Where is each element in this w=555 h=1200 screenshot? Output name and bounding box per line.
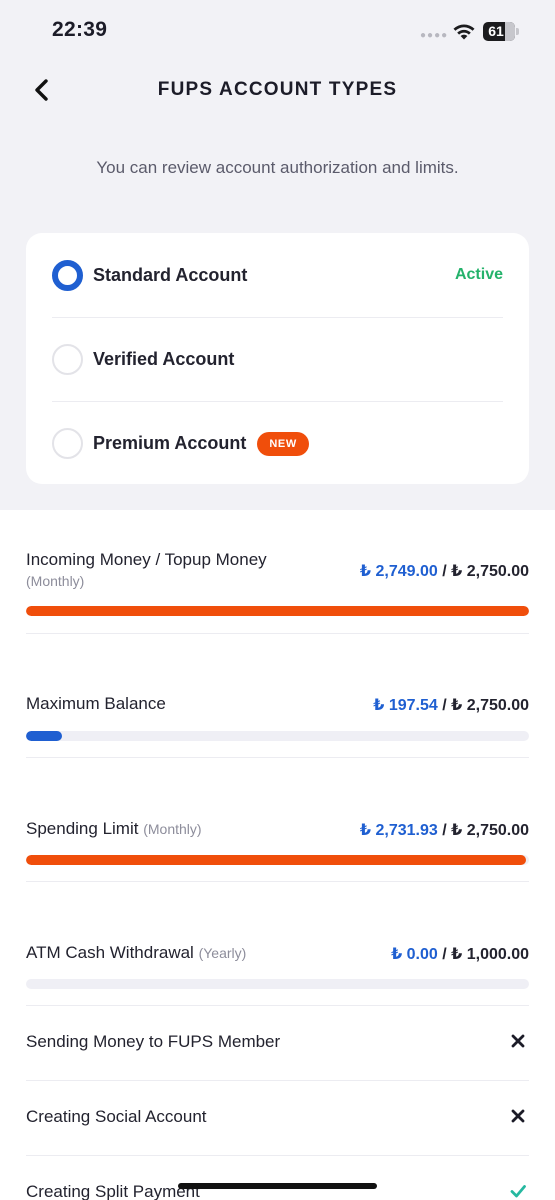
limit-progress-fill bbox=[26, 731, 63, 741]
permission-row: Creating Social Account bbox=[26, 1081, 529, 1156]
limit-period: (Monthly) bbox=[26, 573, 85, 589]
account-option-premium[interactable]: Premium Account NEW bbox=[52, 401, 503, 485]
permission-row: Sending Money to FUPS Member bbox=[26, 1006, 529, 1081]
limit-progress-fill bbox=[26, 855, 526, 865]
limit-label: Spending Limit bbox=[26, 819, 139, 838]
limit-value: ₺ 197.54 / ₺ 2,750.00 bbox=[373, 695, 529, 715]
close-icon bbox=[511, 1109, 525, 1123]
nav-bar: FUPS ACCOUNT TYPES bbox=[0, 60, 555, 120]
account-option-label: Verified Account bbox=[93, 349, 235, 369]
limit-separator: / bbox=[442, 946, 447, 963]
limit-row-spending: Spending Limit (Monthly) ₺ 2,731.93 / ₺ … bbox=[26, 758, 529, 882]
limit-row-max-balance: Maximum Balance ₺ 197.54 / ₺ 2,750.00 bbox=[26, 634, 529, 758]
permission-label: Creating Split Payment bbox=[26, 1182, 200, 1200]
limit-period: (Yearly) bbox=[198, 945, 247, 961]
radio-unselected-icon[interactable] bbox=[52, 428, 83, 459]
limit-max-amount: ₺ 2,750.00 bbox=[451, 822, 529, 839]
wifi-icon bbox=[453, 24, 475, 40]
limit-value: ₺ 2,749.00 / ₺ 2,750.00 bbox=[360, 561, 529, 581]
limit-label-group: Spending Limit (Monthly) bbox=[26, 819, 202, 839]
limit-row-atm: ATM Cash Withdrawal (Yearly) ₺ 0.00 / ₺ … bbox=[26, 882, 529, 1006]
limit-label: Maximum Balance bbox=[26, 694, 166, 713]
limit-used-amount: ₺ 2,731.93 bbox=[359, 822, 438, 839]
limit-progress-bar bbox=[26, 731, 529, 741]
limit-label: ATM Cash Withdrawal bbox=[26, 943, 194, 962]
page-title: FUPS ACCOUNT TYPES bbox=[157, 79, 398, 100]
check-icon bbox=[510, 1185, 526, 1198]
limit-max-amount: ₺ 2,750.00 bbox=[451, 697, 529, 714]
account-option-verified[interactable]: Verified Account bbox=[52, 317, 503, 401]
limit-separator: / bbox=[442, 697, 447, 714]
home-indicator bbox=[178, 1183, 377, 1189]
limit-label: Incoming Money / Topup Money bbox=[26, 550, 267, 569]
limit-label-group: ATM Cash Withdrawal (Yearly) bbox=[26, 943, 246, 963]
limit-max-amount: ₺ 2,750.00 bbox=[451, 563, 529, 580]
limit-separator: / bbox=[442, 822, 447, 839]
limit-progress-bar bbox=[26, 979, 529, 989]
limit-max-amount: ₺ 1,000.00 bbox=[451, 946, 529, 963]
limit-used-amount: ₺ 2,749.00 bbox=[359, 563, 438, 580]
battery-icon: 61 bbox=[483, 22, 519, 41]
permission-label: Sending Money to FUPS Member bbox=[26, 1032, 281, 1051]
limit-value: ₺ 0.00 / ₺ 1,000.00 bbox=[391, 944, 529, 964]
active-status-label: Active bbox=[454, 266, 503, 283]
page-subtitle: You can review account authorization and… bbox=[96, 158, 459, 177]
limit-separator: / bbox=[442, 563, 447, 580]
limit-progress-bar bbox=[26, 855, 529, 865]
battery-level: 61 bbox=[488, 23, 504, 39]
close-icon bbox=[511, 1034, 525, 1048]
limit-used-amount: ₺ 0.00 bbox=[391, 946, 438, 963]
radio-selected-icon[interactable] bbox=[52, 259, 83, 291]
account-option-standard[interactable]: Standard Account Active bbox=[52, 233, 503, 317]
radio-unselected-icon[interactable] bbox=[52, 344, 83, 375]
limit-row-incoming: Incoming Money / Topup Money (Monthly) ₺… bbox=[26, 510, 529, 634]
limit-progress-fill bbox=[26, 606, 529, 616]
limit-progress-bar bbox=[26, 606, 529, 616]
new-badge: NEW bbox=[257, 431, 309, 456]
permission-row: Creating Split Payment bbox=[26, 1156, 529, 1200]
limits-section: Incoming Money / Topup Money (Monthly) ₺… bbox=[0, 510, 555, 1200]
status-bar: 22:39 ●●●● 61 bbox=[0, 0, 555, 60]
status-time: 22:39 bbox=[52, 18, 108, 41]
limit-used-amount: ₺ 197.54 bbox=[373, 697, 438, 714]
limit-value: ₺ 2,731.93 / ₺ 2,750.00 bbox=[360, 820, 529, 840]
account-option-label: Standard Account bbox=[93, 264, 248, 285]
cellular-signal-icon: ●●●● bbox=[420, 30, 449, 41]
permission-label: Creating Social Account bbox=[26, 1107, 207, 1126]
limit-period: (Monthly) bbox=[143, 821, 202, 837]
account-types-card: Standard Account Active Verified Account… bbox=[26, 233, 529, 484]
account-option-label: Premium Account bbox=[93, 433, 247, 453]
